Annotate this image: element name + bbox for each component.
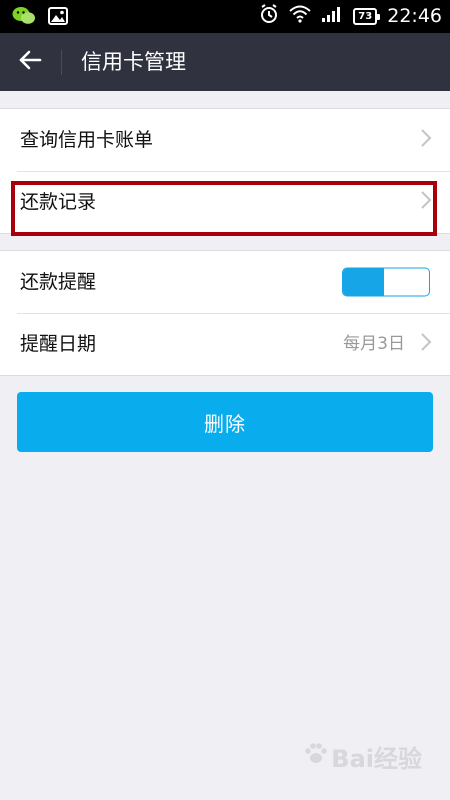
chevron-right-icon xyxy=(420,190,432,214)
list-item-label: 还款提醒 xyxy=(20,271,97,293)
status-left xyxy=(12,6,68,30)
chevron-right-icon xyxy=(420,128,432,152)
alarm-icon xyxy=(259,4,279,28)
list-item-label: 查询信用卡账单 xyxy=(20,129,154,151)
signal-icon xyxy=(321,5,343,27)
status-right: 73 22:46 xyxy=(259,4,442,28)
delete-button[interactable]: 删除 xyxy=(17,392,433,452)
header-divider xyxy=(61,50,62,75)
list-item-repayment-reminder: 还款提醒 xyxy=(0,251,450,313)
bill-list-group: 查询信用卡账单 还款记录 xyxy=(0,108,450,234)
chevron-right-icon xyxy=(420,332,432,356)
page-title: 信用卡管理 xyxy=(81,50,186,74)
back-button[interactable] xyxy=(10,42,50,82)
status-bar: 73 22:46 xyxy=(0,0,450,33)
watermark: Bai经验 xyxy=(303,739,422,774)
list-item-reminder-date[interactable]: 提醒日期 每月3日 xyxy=(0,313,450,375)
wechat-icon xyxy=(12,6,36,30)
watermark-text: Bai经验 xyxy=(331,745,422,773)
battery-icon: 73 xyxy=(353,7,381,25)
wifi-icon xyxy=(289,5,311,27)
toggle-fill xyxy=(343,268,385,296)
list-item-query-bill[interactable]: 查询信用卡账单 xyxy=(0,109,450,171)
list-item-repayment-record[interactable]: 还款记录 xyxy=(0,171,450,233)
list-item-label: 提醒日期 xyxy=(20,333,97,355)
list-item-label: 还款记录 xyxy=(20,191,97,213)
reminder-date-value: 每月3日 xyxy=(343,334,405,354)
header: 信用卡管理 xyxy=(0,33,450,91)
reminder-list-group: 还款提醒 提醒日期 每月3日 xyxy=(0,250,450,376)
paw-icon xyxy=(303,741,329,773)
image-icon xyxy=(48,7,68,29)
status-time: 22:46 xyxy=(387,5,442,27)
reminder-toggle[interactable] xyxy=(342,267,430,297)
toggle-knob xyxy=(386,269,428,295)
arrow-left-icon xyxy=(18,49,42,75)
